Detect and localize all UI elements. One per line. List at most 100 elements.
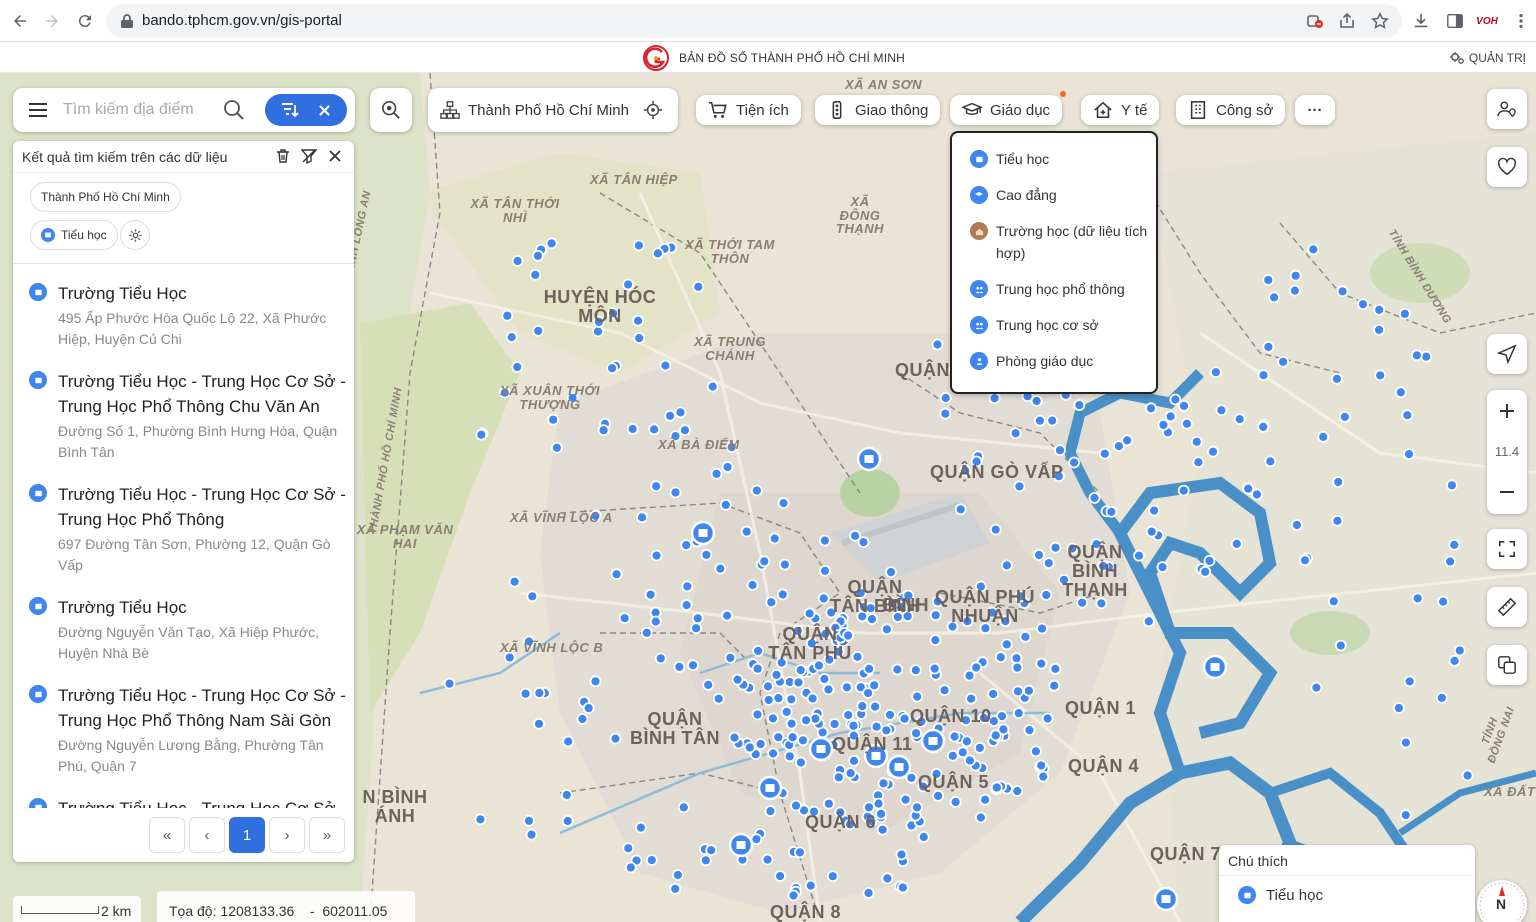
- school-marker[interactable]: [1054, 444, 1066, 457]
- first-page-button[interactable]: «: [149, 817, 185, 853]
- school-marker[interactable]: [1199, 565, 1212, 578]
- school-marker[interactable]: [582, 702, 595, 714]
- school-marker[interactable]: [1046, 414, 1059, 427]
- address-bar[interactable]: bando.tphcm.gov.vn/gis-portal: [106, 4, 1402, 38]
- school-marker[interactable]: [1394, 386, 1407, 399]
- school-marker[interactable]: [645, 854, 658, 866]
- school-marker[interactable]: [832, 771, 845, 784]
- search-input[interactable]: [63, 98, 213, 122]
- school-marker[interactable]: [870, 720, 883, 733]
- school-marker[interactable]: [897, 881, 909, 894]
- school-marker[interactable]: [826, 870, 839, 883]
- school-marker[interactable]: [1401, 409, 1414, 422]
- school-marker[interactable]: [1023, 684, 1035, 697]
- school-marker[interactable]: [1411, 592, 1424, 605]
- school-marker[interactable]: [1192, 456, 1205, 469]
- school-marker[interactable]: [1049, 663, 1062, 675]
- compass[interactable]: N: [1477, 880, 1527, 922]
- extension-button[interactable]: VOH: [1476, 10, 1498, 32]
- school-marker[interactable]: [1444, 555, 1456, 568]
- school-marker[interactable]: [519, 687, 532, 700]
- school-marker[interactable]: [1420, 350, 1433, 363]
- school-marker[interactable]: [751, 708, 764, 721]
- school-marker[interactable]: [994, 651, 1007, 664]
- school-marker[interactable]: [1178, 399, 1190, 412]
- school-marker[interactable]: [877, 777, 890, 790]
- school-marker[interactable]: [622, 842, 635, 855]
- school-marker[interactable]: [561, 815, 574, 827]
- school-marker[interactable]: [975, 811, 987, 824]
- locate-icon[interactable]: [643, 100, 663, 120]
- school-marker[interactable]: [710, 467, 723, 480]
- school-marker[interactable]: [1095, 597, 1108, 610]
- school-marker[interactable]: [1268, 291, 1280, 304]
- school-marker[interactable]: [1203, 554, 1216, 567]
- settings-button[interactable]: [120, 220, 150, 250]
- school-marker[interactable]: [800, 714, 812, 727]
- school-marker[interactable]: [956, 746, 969, 759]
- school-marker[interactable]: [1331, 372, 1343, 385]
- school-marker[interactable]: [764, 805, 777, 817]
- school-marker[interactable]: [746, 579, 759, 591]
- school-marker[interactable]: [1446, 479, 1458, 492]
- school-marker[interactable]: [659, 359, 672, 372]
- school-marker[interactable]: [636, 511, 648, 524]
- school-marker[interactable]: [1257, 420, 1270, 433]
- school-marker[interactable]: [768, 532, 781, 545]
- school-marker[interactable]: [1411, 349, 1423, 362]
- school-marker[interactable]: [939, 392, 952, 404]
- school-marker[interactable]: [758, 555, 771, 568]
- school-marker[interactable]: [474, 813, 487, 826]
- school-marker[interactable]: [532, 324, 545, 337]
- layers-button[interactable]: [1487, 645, 1527, 685]
- download-button[interactable]: [1410, 10, 1432, 32]
- school-marker[interactable]: [990, 781, 1003, 794]
- school-marker[interactable]: [779, 558, 791, 571]
- school-marker[interactable]: [1257, 369, 1270, 382]
- school-marker[interactable]: [754, 738, 767, 750]
- school-marker[interactable]: [772, 731, 785, 744]
- school-marker[interactable]: [1035, 657, 1048, 670]
- school-marker[interactable]: [650, 549, 663, 562]
- school-marker[interactable]: [929, 634, 942, 646]
- school-marker[interactable]: [828, 718, 841, 730]
- school-marker[interactable]: [1327, 595, 1340, 608]
- school-marker[interactable]: [1277, 355, 1289, 368]
- school-marker[interactable]: [743, 741, 756, 754]
- school-marker[interactable]: [1210, 366, 1222, 379]
- school-marker[interactable]: [970, 661, 983, 674]
- school-marker[interactable]: [1317, 430, 1330, 443]
- school-marker[interactable]: [633, 332, 646, 345]
- school-marker[interactable]: [511, 255, 524, 267]
- school-marker[interactable]: [1289, 284, 1301, 297]
- school-marker[interactable]: [911, 801, 923, 814]
- school-marker[interactable]: [1088, 491, 1101, 504]
- school-marker[interactable]: [776, 588, 789, 601]
- school-marker[interactable]: [1291, 519, 1303, 531]
- school-marker[interactable]: [863, 801, 875, 814]
- school-marker[interactable]: [1145, 525, 1158, 538]
- school-marker[interactable]: [1035, 759, 1048, 772]
- school-marker[interactable]: [1435, 691, 1448, 704]
- school-marker[interactable]: [576, 713, 589, 725]
- school-marker[interactable]: [785, 717, 798, 730]
- school-marker[interactable]: [954, 503, 967, 516]
- blocked-camera-icon[interactable]: [1306, 12, 1324, 30]
- star-icon[interactable]: [1371, 12, 1389, 30]
- school-marker[interactable]: [762, 694, 775, 706]
- prev-page-button[interactable]: ‹: [189, 817, 225, 853]
- dropdown-item-secondary[interactable]: Trung học cơ sở: [970, 314, 1150, 336]
- school-marker[interactable]: [626, 423, 639, 435]
- school-marker[interactable]: [844, 767, 857, 779]
- last-page-button[interactable]: »: [309, 817, 345, 853]
- more-categories-button[interactable]: ···: [1295, 95, 1335, 125]
- school-marker[interactable]: [965, 692, 977, 705]
- school-marker[interactable]: [790, 799, 802, 812]
- school-marker[interactable]: [804, 879, 817, 892]
- school-marker[interactable]: [1034, 414, 1046, 427]
- school-marker[interactable]: [706, 380, 719, 393]
- school-marker[interactable]: [946, 749, 959, 762]
- school-marker[interactable]: [692, 280, 705, 293]
- school-marker[interactable]: [751, 662, 764, 675]
- school-marker[interactable]: [562, 735, 575, 748]
